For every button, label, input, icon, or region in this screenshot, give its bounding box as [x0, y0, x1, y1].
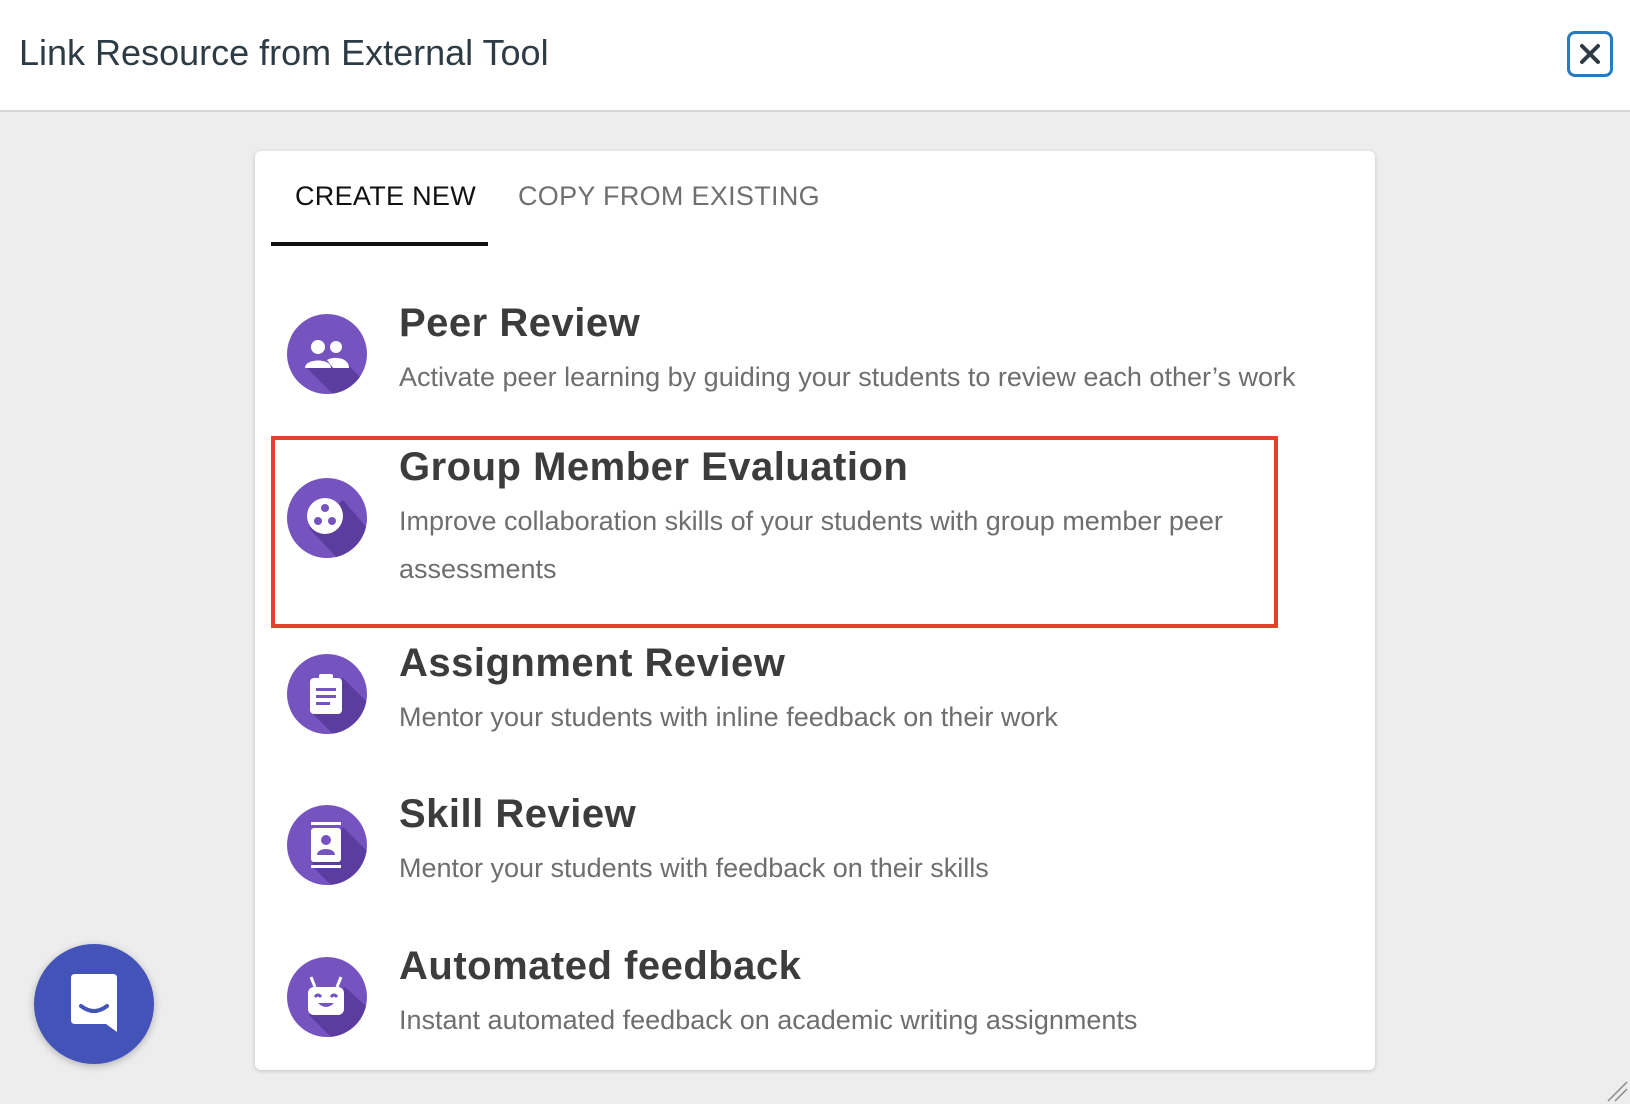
tool-description: Improve collaboration skills of your stu… — [399, 506, 1223, 584]
tool-description: Mentor your students with feedback on th… — [399, 853, 989, 883]
tool-item-group-member-evaluation[interactable]: Group Member Evaluation Improve collabor… — [255, 445, 1375, 617]
tool-title: Assignment Review — [399, 641, 786, 685]
clipboard-icon — [287, 654, 367, 734]
close-button[interactable] — [1567, 31, 1613, 77]
tool-item-automated-feedback[interactable]: Automated feedback Instant automated fee… — [255, 944, 1375, 1054]
dialog-title: Link Resource from External Tool — [19, 32, 549, 73]
tool-selection-card: CREATE NEW COPY FROM EXISTING Peer Revie… — [255, 151, 1375, 1070]
tool-description: Mentor your students with inline feedbac… — [399, 702, 1058, 732]
tool-title: Group Member Evaluation — [399, 445, 909, 489]
people-icon — [287, 314, 367, 394]
close-icon — [1580, 44, 1600, 64]
tool-description: Instant automated feedback on academic w… — [399, 1005, 1138, 1035]
dialog-header: Link Resource from External Tool — [0, 0, 1630, 112]
chat-icon — [71, 974, 117, 1032]
tab-create-new[interactable]: CREATE NEW — [295, 181, 476, 212]
tool-item-peer-review[interactable]: Peer Review Activate peer learning by gu… — [255, 301, 1375, 411]
tool-title: Automated feedback — [399, 944, 802, 988]
robot-icon — [287, 957, 367, 1037]
active-tab-indicator — [271, 242, 488, 246]
tab-bar: CREATE NEW COPY FROM EXISTING — [271, 151, 1359, 247]
group-circle-icon — [287, 478, 367, 558]
tool-item-skill-review[interactable]: Skill Review Mentor your students with f… — [255, 792, 1375, 902]
chat-launcher-button[interactable] — [34, 944, 154, 1064]
tool-title: Skill Review — [399, 792, 637, 836]
tool-description: Activate peer learning by guiding your s… — [399, 362, 1296, 392]
tool-item-assignment-review[interactable]: Assignment Review Mentor your students w… — [255, 641, 1375, 751]
resize-handle-icon[interactable] — [1606, 1080, 1628, 1102]
contact-card-icon — [287, 805, 367, 885]
tab-copy-from-existing[interactable]: COPY FROM EXISTING — [518, 181, 820, 212]
tool-title: Peer Review — [399, 301, 641, 345]
